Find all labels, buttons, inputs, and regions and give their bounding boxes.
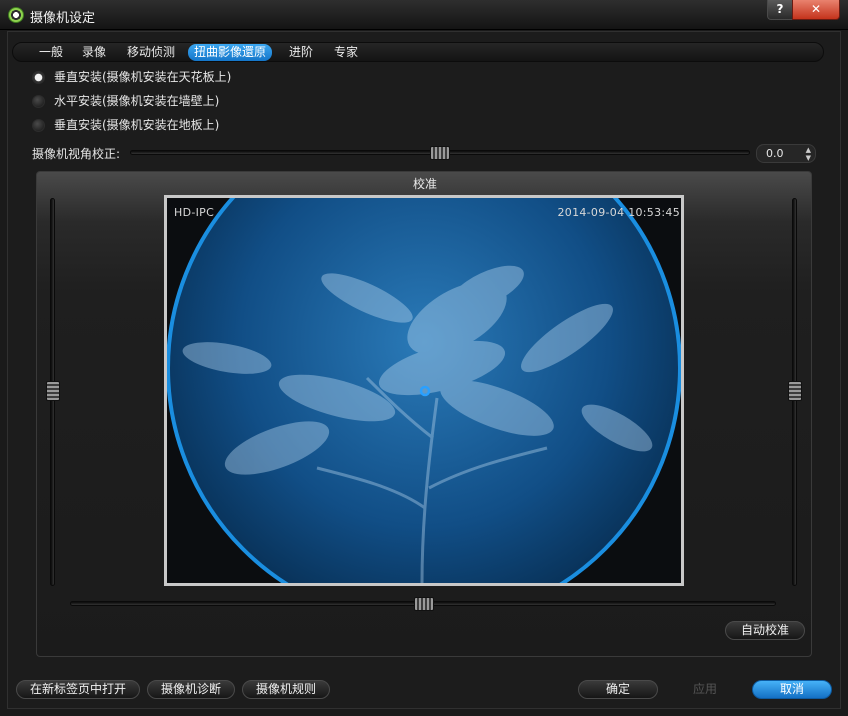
view-angle-spinbox[interactable]: 0.0 ▲ ▼ <box>756 144 816 163</box>
osd-camera-name: HD-IPC <box>174 206 215 219</box>
spin-up-icon[interactable]: ▲ <box>806 146 811 154</box>
radio-label: 水平安装(摄像机安装在墙壁上) <box>54 94 220 108</box>
tab-advanced[interactable]: 进阶 <box>283 44 319 61</box>
auto-calibrate-button[interactable]: 自动校准 <box>725 621 805 640</box>
tab-recording[interactable]: 录像 <box>76 44 112 61</box>
osd-timestamp: 2014-09-04 10:53:45 <box>557 206 680 219</box>
radio-button[interactable] <box>32 119 45 132</box>
window-title: 摄像机设定 <box>30 11 96 26</box>
tab-general[interactable]: 一般 <box>33 44 69 61</box>
open-in-new-tab-button[interactable]: 在新标签页中打开 <box>16 680 140 699</box>
tab-bar: 一般 录像 移动侦测 扭曲影像還原 进阶 专家 <box>12 42 824 62</box>
apply-button[interactable]: 应用 <box>665 680 745 699</box>
radio-button[interactable] <box>32 95 45 108</box>
left-vertical-slider-thumb[interactable] <box>46 381 60 401</box>
camera-preview[interactable]: HD-IPC 2014-09-04 10:53:45 <box>164 195 684 586</box>
help-button[interactable]: ? <box>767 0 793 20</box>
close-button[interactable]: ✕ <box>792 0 840 20</box>
fisheye-image <box>167 198 681 583</box>
view-angle-label: 摄像机视角校正: <box>32 147 121 161</box>
right-vertical-slider-thumb[interactable] <box>788 381 802 401</box>
tab-motion-detection[interactable]: 移动侦测 <box>121 44 181 61</box>
horizontal-slider-thumb[interactable] <box>414 597 434 611</box>
cancel-button[interactable]: 取消 <box>752 680 832 699</box>
ok-button[interactable]: 确定 <box>578 680 658 699</box>
title-bar: 摄像机设定 ? ✕ <box>0 0 848 30</box>
camera-rules-button[interactable]: 摄像机规则 <box>242 680 330 699</box>
tab-expert[interactable]: 专家 <box>328 44 364 61</box>
camera-diagnostics-button[interactable]: 摄像机诊断 <box>147 680 235 699</box>
radio-button[interactable] <box>32 71 45 84</box>
radio-label: 垂直安装(摄像机安装在地板上) <box>54 118 220 132</box>
spin-down-icon[interactable]: ▼ <box>806 154 811 162</box>
view-angle-value: 0.0 <box>766 147 784 160</box>
calibration-title: 校准 <box>412 177 437 191</box>
tab-dewarp[interactable]: 扭曲影像還原 <box>188 44 273 61</box>
view-angle-slider-thumb[interactable] <box>430 146 450 160</box>
app-logo-icon <box>8 7 24 23</box>
radio-label: 垂直安装(摄像机安装在天花板上) <box>54 70 232 84</box>
